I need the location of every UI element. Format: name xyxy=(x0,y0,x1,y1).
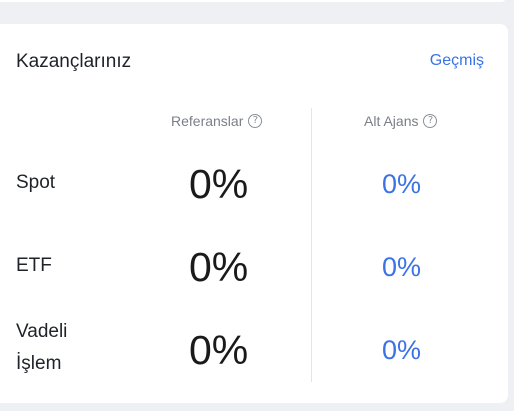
row-label-spot: Spot xyxy=(16,172,56,193)
earnings-title: Kazançlarınız xyxy=(16,51,132,72)
row-label-futures: Vadeli İşlem xyxy=(16,321,68,374)
futures-referrals-value: 0% xyxy=(189,327,249,373)
column-divider xyxy=(311,108,312,382)
sub-agency-column-label: Alt Ajans xyxy=(364,113,419,129)
futures-sub-agency-value: 0% xyxy=(382,335,422,365)
etf-referrals-value: 0% xyxy=(189,244,249,290)
row-label-etf: ETF xyxy=(16,255,52,276)
etf-sub-agency-value: 0% xyxy=(382,252,422,282)
referrals-help-icon[interactable]: ? xyxy=(248,114,263,128)
sub-agency-column-header: Alt Ajans ? xyxy=(364,112,438,130)
referrals-column-label: Referanslar xyxy=(171,113,244,129)
sub-agency-help-icon[interactable]: ? xyxy=(423,114,438,128)
referrals-column-header: Referanslar ? xyxy=(171,112,263,130)
spot-referrals-value: 0% xyxy=(189,161,249,207)
history-link[interactable]: Geçmiş xyxy=(430,51,484,71)
previous-card-edge xyxy=(0,0,508,2)
spot-sub-agency-value: 0% xyxy=(382,169,422,199)
